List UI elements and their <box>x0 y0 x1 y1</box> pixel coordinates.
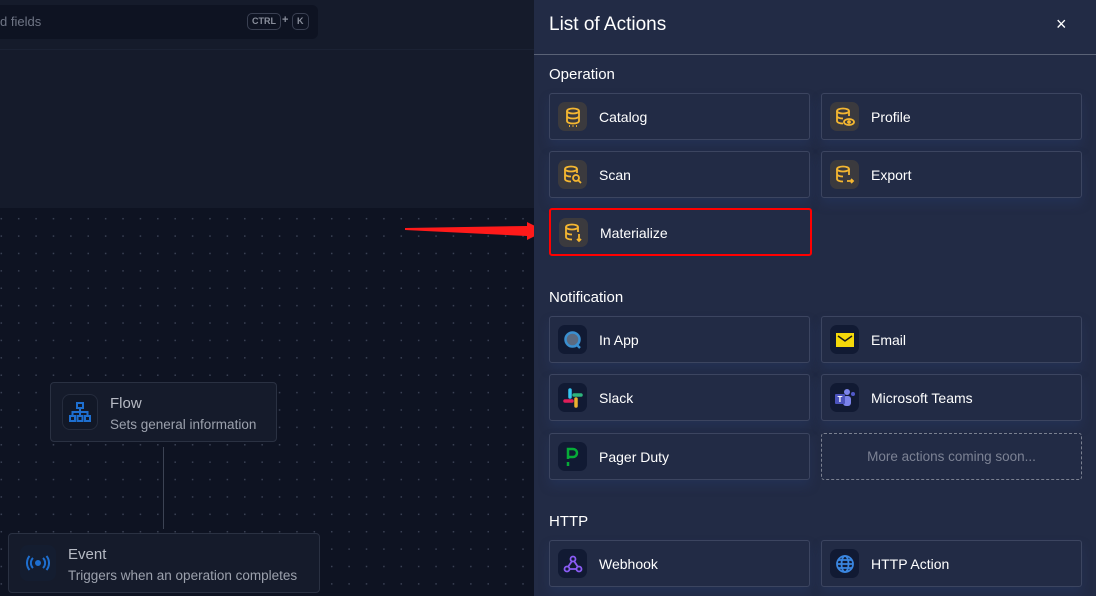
in-app-icon <box>558 325 587 354</box>
action-profile[interactable]: Profile <box>821 93 1082 140</box>
flow-node-subtitle: Sets general information <box>110 417 257 432</box>
top-bar: d fields CTRL + K <box>0 0 534 50</box>
database-catalog-icon <box>558 102 587 131</box>
action-export[interactable]: Export <box>821 151 1082 198</box>
actions-panel: List of Actions × Operation Catalog Prof… <box>534 0 1096 596</box>
section-title-notification: Notification <box>549 289 624 306</box>
pagerduty-icon <box>558 442 587 471</box>
action-label: Catalog <box>599 109 648 125</box>
action-label: Profile <box>871 109 911 125</box>
shortcut-key-k: K <box>292 13 309 30</box>
action-in-app[interactable]: In App <box>549 316 810 363</box>
action-slack[interactable]: Slack <box>549 374 810 421</box>
action-label: Scan <box>599 167 631 183</box>
more-actions-placeholder: More actions coming soon... <box>821 433 1082 480</box>
flow-node-title: Flow <box>110 395 142 412</box>
action-label: Slack <box>599 390 634 406</box>
action-pager-duty[interactable]: Pager Duty <box>549 433 810 480</box>
action-email[interactable]: Email <box>821 316 1082 363</box>
action-label: Webhook <box>599 556 658 572</box>
event-node-title: Event <box>68 546 107 563</box>
action-label: HTTP Action <box>871 556 950 572</box>
action-label: Email <box>871 332 907 348</box>
svg-text:T: T <box>837 395 842 404</box>
section-title-http: HTTP <box>549 513 589 530</box>
action-webhook[interactable]: Webhook <box>549 540 810 587</box>
shortcut-plus: + <box>282 14 289 26</box>
node-connector <box>163 447 164 529</box>
flow-node[interactable]: Flow Sets general information <box>50 382 277 442</box>
action-materialize[interactable]: Materialize <box>549 208 812 256</box>
database-search-icon <box>558 160 587 189</box>
action-microsoft-teams[interactable]: T Microsoft Teams <box>821 374 1082 421</box>
database-eye-icon <box>830 102 859 131</box>
slack-icon <box>558 383 587 412</box>
email-icon <box>830 325 859 354</box>
broadcast-icon <box>20 545 56 581</box>
event-node-subtitle: Triggers when an operation completes <box>68 568 298 583</box>
action-label: Materialize <box>600 225 668 241</box>
action-label: Microsoft Teams <box>871 390 973 406</box>
globe-icon <box>830 549 859 578</box>
panel-title: List of Actions <box>549 14 667 35</box>
action-label: Pager Duty <box>599 449 670 465</box>
section-title-operation: Operation <box>549 66 615 83</box>
close-icon[interactable]: × <box>1056 14 1067 35</box>
database-download-icon <box>559 218 588 247</box>
header-area <box>0 50 534 208</box>
action-label: In App <box>599 332 639 348</box>
event-node[interactable]: Event Triggers when an operation complet… <box>8 533 320 593</box>
sitemap-icon <box>62 394 98 430</box>
action-label: Export <box>871 167 912 183</box>
database-export-icon <box>830 160 859 189</box>
search-placeholder: d fields <box>0 14 42 29</box>
action-scan[interactable]: Scan <box>549 151 810 198</box>
annotation-arrow-icon <box>405 222 545 240</box>
action-catalog[interactable]: Catalog <box>549 93 810 140</box>
webhook-icon <box>558 549 587 578</box>
shortcut-key-ctrl: CTRL <box>247 13 281 30</box>
action-http[interactable]: HTTP Action <box>821 540 1082 587</box>
teams-icon: T <box>830 383 859 412</box>
divider <box>534 54 1096 55</box>
